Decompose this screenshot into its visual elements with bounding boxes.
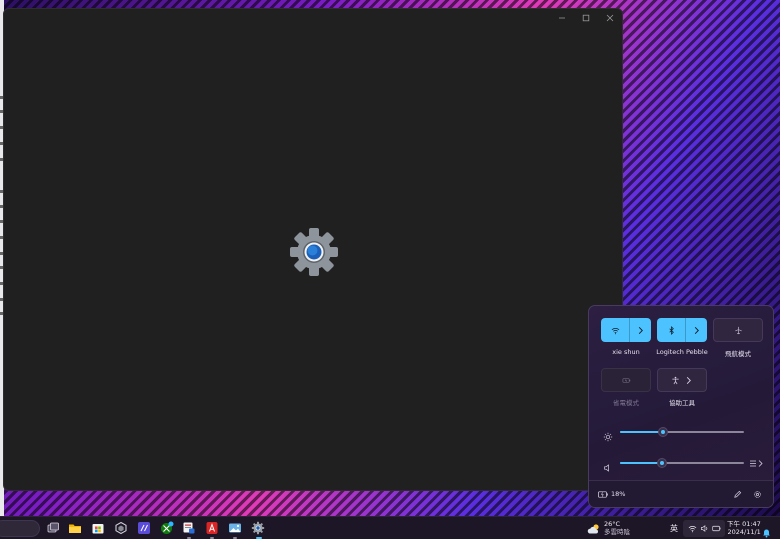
- bluetooth-toggle[interactable]: [657, 318, 685, 342]
- gear-icon: [753, 490, 761, 498]
- maximize-button[interactable]: [574, 9, 598, 27]
- volume-slider-thumb[interactable]: [657, 458, 667, 468]
- wifi-icon: [688, 524, 697, 533]
- battery-status[interactable]: 18%: [598, 490, 625, 498]
- bluetooth-expand-button[interactable]: [686, 318, 707, 342]
- minimize-icon: [559, 17, 565, 19]
- close-button[interactable]: [598, 9, 622, 27]
- taskbar: 26°C 多雲時陰 英 下午 01:47 2024/11/1: [0, 516, 780, 539]
- brightness-icon: [603, 427, 613, 442]
- visual-studio-code-icon[interactable]: [137, 521, 151, 535]
- chevron-right-icon: [694, 326, 699, 334]
- partly-cloudy-icon: [587, 523, 599, 533]
- battery-saver-tile[interactable]: [601, 368, 651, 392]
- bluetooth-label: Logitech Pebble: [656, 348, 708, 356]
- maximize-icon: [582, 14, 590, 22]
- chevron-right-icon: [638, 326, 643, 334]
- all-settings-button[interactable]: [750, 487, 764, 501]
- system-tray-quick-settings-button[interactable]: [683, 520, 725, 537]
- notification-bell-icon[interactable]: [762, 523, 771, 538]
- battery-percent: 18%: [611, 490, 626, 498]
- audio-output-button[interactable]: [749, 458, 763, 468]
- acrobat-icon[interactable]: [205, 521, 219, 535]
- brightness-slider-fill: [620, 431, 663, 433]
- wifi-label: xie shun: [612, 348, 640, 356]
- volume-slider[interactable]: [620, 458, 744, 468]
- pencil-icon: [733, 490, 741, 498]
- clock-date: 2024/11/1: [727, 528, 761, 536]
- brightness-slider-thumb[interactable]: [658, 427, 668, 437]
- wifi-toggle[interactable]: [601, 318, 629, 342]
- quick-settings-footer: 18%: [589, 480, 773, 507]
- file-explorer-icon[interactable]: [68, 521, 82, 535]
- bluetooth-icon: [668, 325, 674, 335]
- taskbar-clock[interactable]: 下午 01:47 2024/11/1: [727, 520, 761, 536]
- settings-window[interactable]: [3, 8, 623, 491]
- airplane-mode-tile[interactable]: [713, 318, 763, 342]
- brightness-slider[interactable]: [620, 427, 744, 437]
- chevron-right-icon: [686, 376, 691, 384]
- battery-saver-icon: [622, 377, 630, 383]
- accessibility-icon: [672, 376, 679, 384]
- wifi-expand-button[interactable]: [630, 318, 651, 342]
- accessibility-label: 協助工具: [669, 399, 695, 407]
- airplane-icon: [734, 326, 742, 334]
- volume-slider-fill: [620, 462, 662, 464]
- close-icon: [606, 14, 614, 22]
- audio-output-icon: [750, 459, 763, 467]
- bluetooth-tile[interactable]: [657, 318, 707, 342]
- ime-indicator[interactable]: 英: [670, 523, 678, 534]
- volume-slider-row: [603, 457, 763, 472]
- speaker-icon: [700, 524, 709, 533]
- brightness-slider-row: [603, 426, 763, 442]
- weather-temperature: 26°C: [604, 520, 621, 528]
- accessibility-tile[interactable]: [657, 368, 707, 392]
- settings-gear-icon: [290, 228, 338, 276]
- photos-icon[interactable]: [228, 521, 242, 535]
- battery-icon: [598, 490, 608, 498]
- wifi-tile[interactable]: [601, 318, 651, 342]
- battery-icon: [711, 524, 721, 533]
- task-view-icon[interactable]: [46, 521, 60, 535]
- quick-settings-panel: xie shun Logitech Pebble 飛航模式 省電模式 協助工具: [588, 305, 774, 508]
- weather-widget[interactable]: 26°C 多雲時陰: [587, 520, 630, 536]
- battery-saver-label: 省電模式: [613, 399, 639, 407]
- airplane-mode-label: 飛航模式: [725, 350, 751, 358]
- settings-icon[interactable]: [251, 521, 265, 535]
- speaker-icon[interactable]: [603, 458, 613, 472]
- xbox-icon[interactable]: [160, 521, 174, 535]
- snipping-tool-icon[interactable]: [182, 521, 196, 535]
- minimize-button[interactable]: [550, 9, 574, 27]
- microsoft-store-icon[interactable]: [91, 521, 105, 535]
- wifi-icon: [611, 327, 619, 334]
- clock-time: 下午 01:47: [727, 520, 761, 528]
- weather-description: 多雲時陰: [604, 528, 630, 536]
- app-icon[interactable]: [114, 521, 128, 535]
- window-caption-buttons: [550, 9, 622, 27]
- edit-quick-settings-button[interactable]: [730, 487, 744, 501]
- taskbar-search-box[interactable]: [0, 520, 40, 537]
